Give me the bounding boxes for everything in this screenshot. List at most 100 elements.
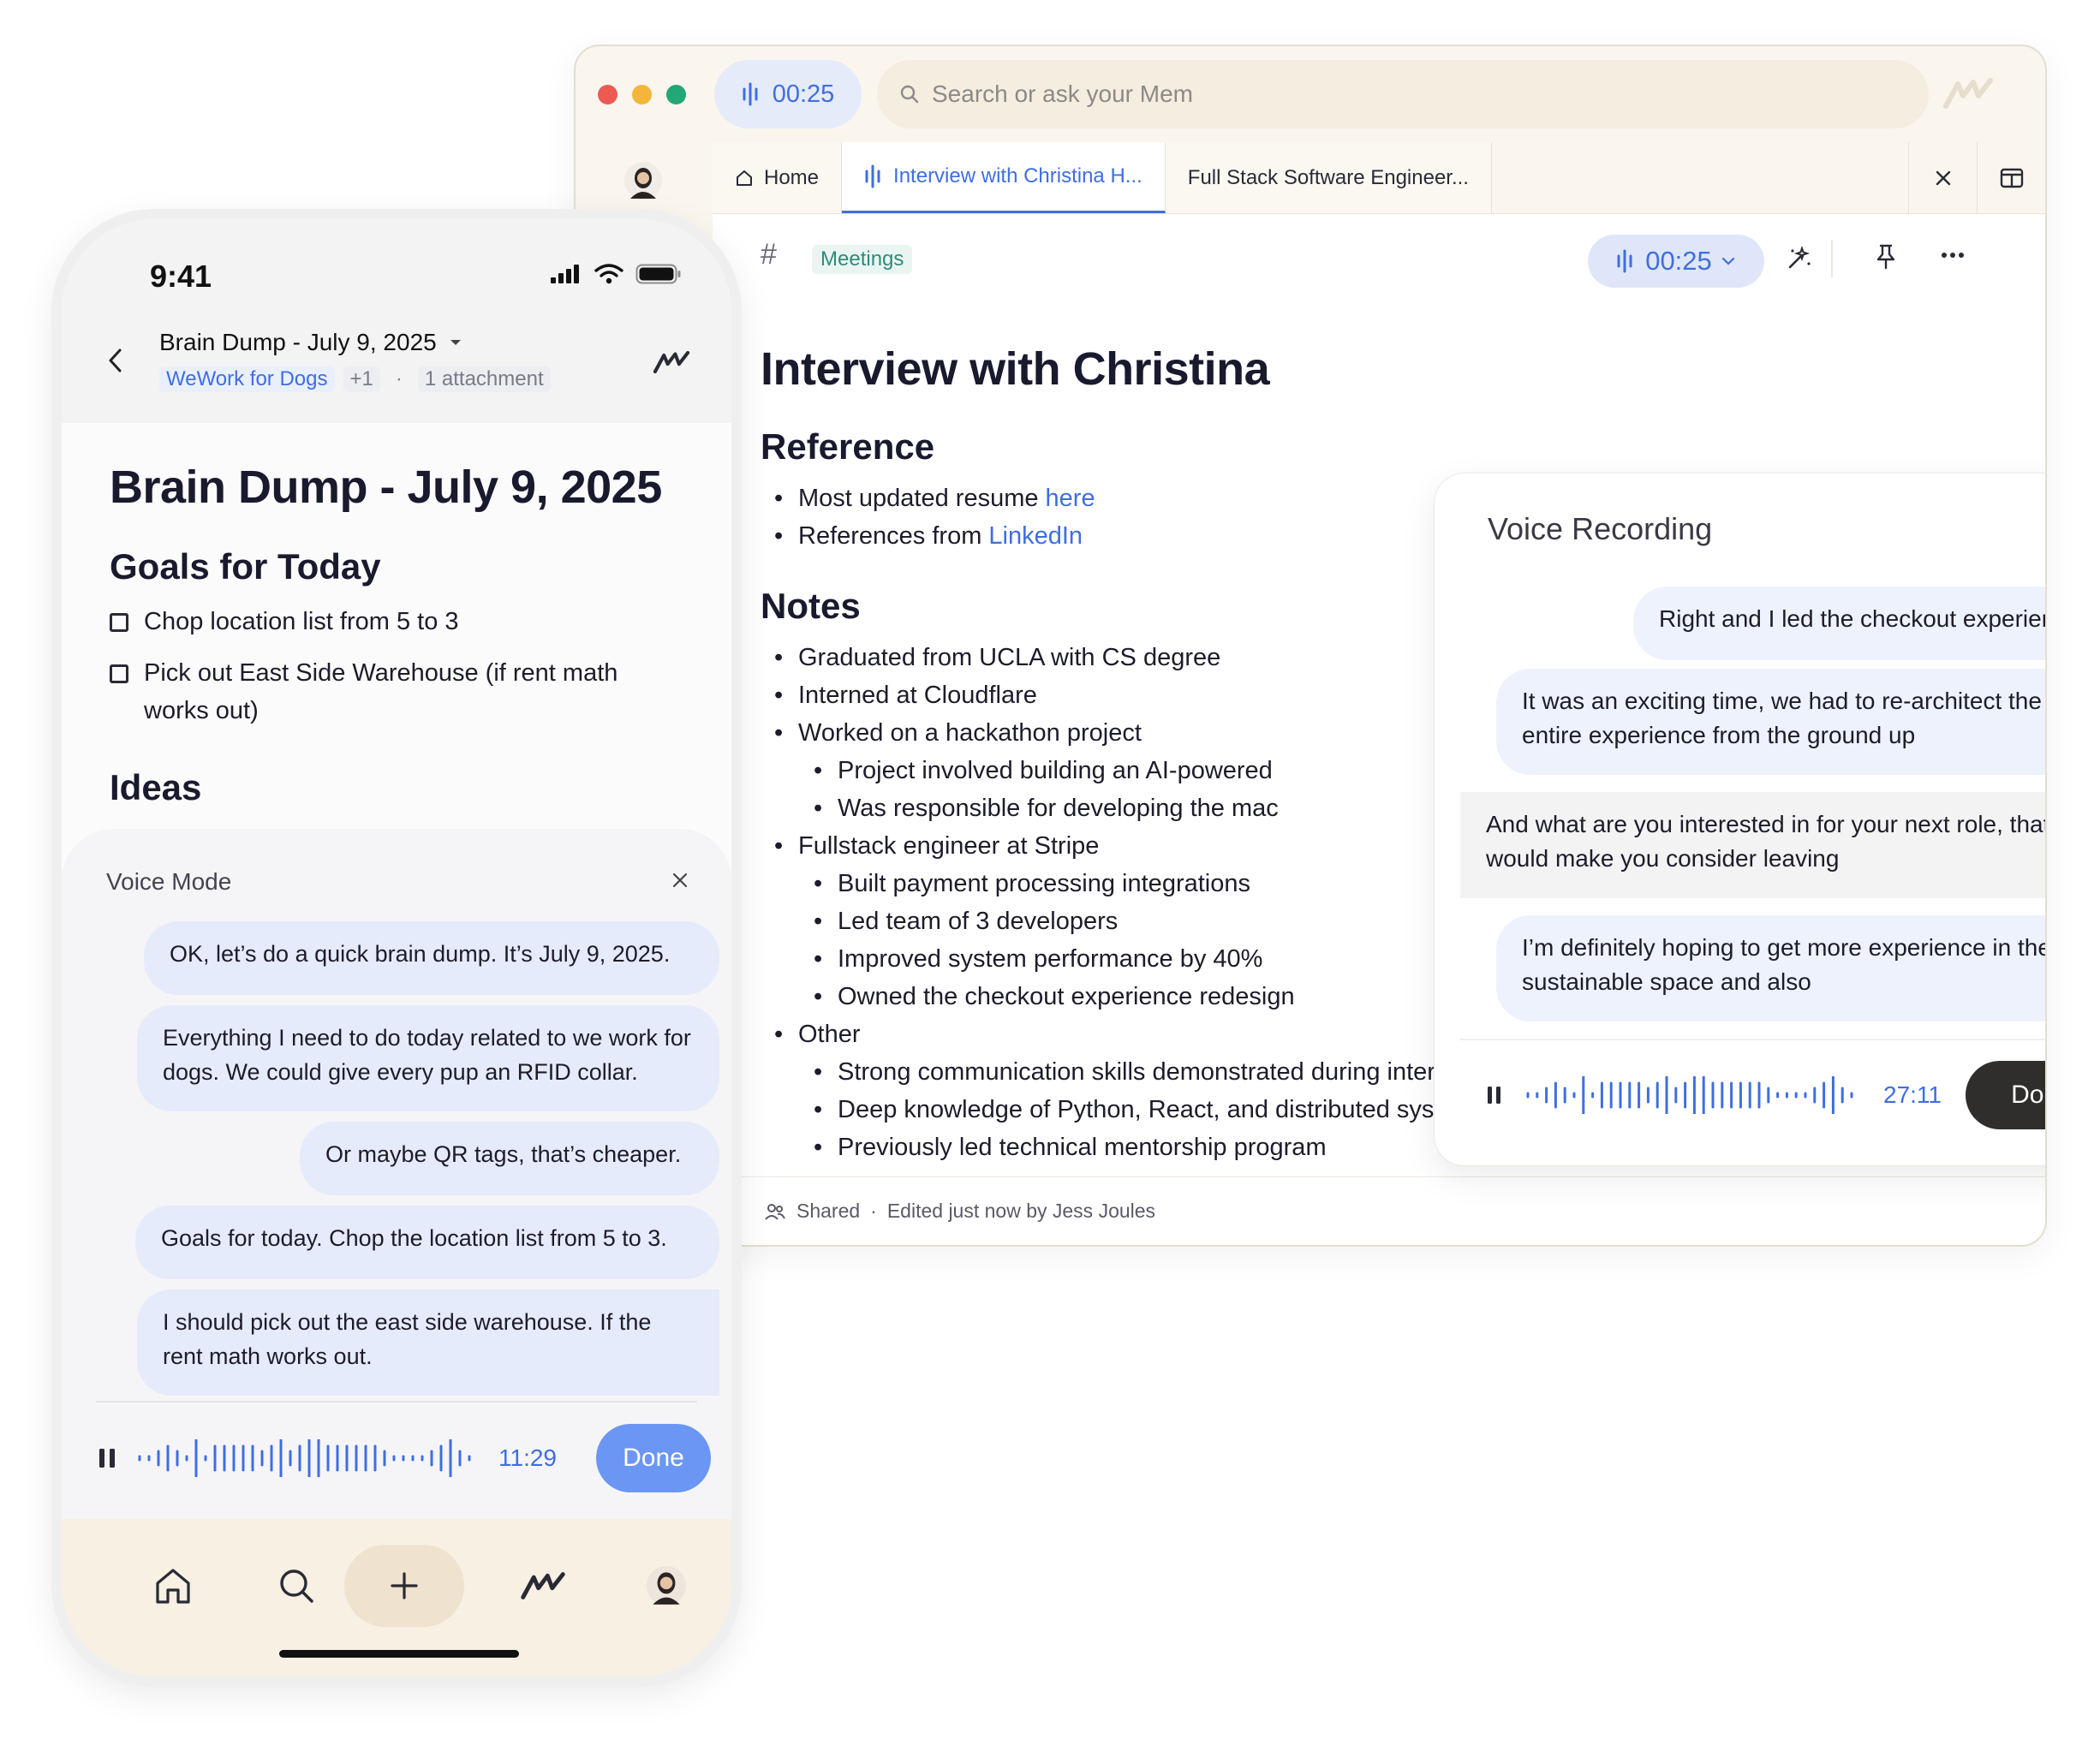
tab-label: Home <box>764 165 820 189</box>
shared-label: Shared <box>796 1200 861 1222</box>
transcript-bubble: I should pick out the east side warehous… <box>137 1289 719 1396</box>
close-icon[interactable] <box>671 872 689 889</box>
document-footer: Shared · Edited just now by Jess Joules <box>713 1176 2045 1245</box>
transcript-bubble: It was an exciting time, we had to re-ar… <box>1496 669 2045 775</box>
bottom-nav <box>62 1519 731 1677</box>
note-title: Brain Dump - July 9, 2025 <box>110 462 662 513</box>
resume-link[interactable]: here <box>1046 485 1095 512</box>
desktop-window: 00:25 Search or ask your Mem Home Interv… <box>574 45 2047 1247</box>
nav-new-note[interactable] <box>344 1545 464 1627</box>
maximize-window-button[interactable] <box>666 85 686 104</box>
back-chevron-icon[interactable] <box>106 348 123 373</box>
waveform-graphic <box>138 1439 471 1477</box>
nav-search[interactable] <box>236 1545 356 1627</box>
document-pane: # Meetings 00:25 Interview with Christin… <box>713 214 2045 1245</box>
reference-heading: Reference <box>761 426 935 467</box>
status-time: 9:41 <box>150 259 212 294</box>
mem-logo-icon[interactable] <box>653 349 690 375</box>
document-toolbar: # Meetings 00:25 <box>713 214 2045 300</box>
close-icon <box>1936 170 1950 185</box>
linkedin-link[interactable]: LinkedIn <box>988 522 1083 550</box>
battery-icon <box>635 264 681 284</box>
voice-mode-panel: Voice Mode OK, let’s do a quick brain du… <box>62 829 731 1543</box>
goals-heading: Goals for Today <box>110 546 381 587</box>
recording-player: 27:11 Done <box>1486 1059 2045 1131</box>
recording-duration: 27:11 <box>1883 1081 1942 1108</box>
more-options-icon[interactable] <box>1941 252 1965 259</box>
doc-recording-time: 00:25 <box>1645 246 1712 276</box>
home-icon <box>737 170 752 186</box>
tab-home[interactable]: Home <box>713 142 843 213</box>
todo-item: Chop location list from 5 to 3 <box>110 603 697 640</box>
sidebar-layout-icon <box>2000 168 2023 188</box>
search-icon <box>900 85 919 104</box>
mem-logo-icon <box>521 1572 565 1599</box>
done-button[interactable]: Done <box>596 1424 711 1492</box>
magic-wand-icon[interactable] <box>1785 243 1814 272</box>
split-view-button[interactable] <box>1977 142 2045 213</box>
document-title: Interview with Christina <box>761 343 1270 395</box>
tab-interview[interactable]: Interview with Christina H... <box>842 142 1166 213</box>
tab-bar: Home Interview with Christina H... Full … <box>713 142 2045 214</box>
voice-recording-title: Voice Recording <box>1488 511 1713 546</box>
recording-time: 00:25 <box>772 80 835 108</box>
nav-profile[interactable] <box>606 1545 726 1627</box>
checkbox[interactable] <box>110 664 128 683</box>
tag-meetings[interactable]: Meetings <box>812 245 913 274</box>
tab-label: Interview with Christina H... <box>893 164 1142 188</box>
shared-users-icon <box>765 1203 785 1220</box>
transcript-bubble: Goals for today. Chop the location list … <box>135 1206 719 1279</box>
done-button[interactable]: Done <box>1966 1061 2045 1129</box>
tag-chip[interactable]: WeWork for Dogs <box>159 366 335 392</box>
transcript-bubble: I’m definitely hoping to get more experi… <box>1496 915 2045 1021</box>
home-icon <box>156 1569 190 1604</box>
phone-header: 9:41 Brain Dump - July 9, 2025 WeWork fo… <box>62 219 731 423</box>
waveform-icon <box>743 82 758 106</box>
user-avatar[interactable] <box>623 161 663 200</box>
plus-icon <box>391 1572 418 1599</box>
note-header-title[interactable]: Brain Dump - July 9, 2025 <box>159 329 462 356</box>
transcript-bubble: OK, let’s do a quick brain dump. It’s Ju… <box>144 921 719 995</box>
recording-indicator-button[interactable]: 00:25 <box>714 60 862 128</box>
tab-full-stack[interactable]: Full Stack Software Engineer... <box>1165 142 1492 213</box>
transcript-bubble: And what are you interested in for your … <box>1460 792 2045 898</box>
waveform-icon <box>1617 249 1632 273</box>
nav-mem[interactable] <box>483 1545 603 1627</box>
recording-duration: 11:29 <box>498 1444 557 1471</box>
attachment-chip[interactable]: 1 attachment <box>417 366 551 392</box>
waveform-icon <box>865 164 880 188</box>
transcript-bubble: Everything I need to do today related to… <box>137 1005 719 1111</box>
signal-icon <box>551 265 579 283</box>
note-meta: WeWork for Dogs +1 · 1 attachment <box>159 366 551 392</box>
checkbox[interactable] <box>110 613 128 632</box>
nav-home[interactable] <box>113 1545 233 1627</box>
search-bar[interactable]: Search or ask your Mem <box>877 60 1929 128</box>
voice-recording-panel: Voice Recording Right and I led the chec… <box>1434 473 2045 1166</box>
minimize-window-button[interactable] <box>632 85 652 104</box>
search-placeholder: Search or ask your Mem <box>932 80 1193 107</box>
ideas-heading: Ideas <box>110 767 202 807</box>
close-window-button[interactable] <box>598 85 617 104</box>
pause-icon[interactable] <box>98 1447 118 1469</box>
voice-mode-title: Voice Mode <box>106 868 232 895</box>
transcript-bubble: Right and I led the checkout experience <box>1633 587 2045 660</box>
home-indicator <box>279 1650 519 1658</box>
waveform-graphic <box>1526 1076 1853 1114</box>
search-icon <box>280 1569 313 1603</box>
close-tab-button[interactable] <box>1908 142 1977 213</box>
pause-icon[interactable] <box>1486 1085 1503 1105</box>
transcript-bubble: Or maybe QR tags, that’s cheaper. <box>300 1122 719 1195</box>
mem-logo-icon <box>1943 78 1993 109</box>
hashtag-icon: # <box>761 238 777 271</box>
mobile-phone: 9:41 Brain Dump - July 9, 2025 WeWork fo… <box>51 209 742 1687</box>
note-body: Brain Dump - July 9, 2025 Goals for Toda… <box>110 461 697 824</box>
dropdown-caret-icon <box>450 340 461 345</box>
more-tags-chip[interactable]: +1 <box>343 366 380 392</box>
pin-icon[interactable] <box>1874 243 1898 271</box>
user-avatar <box>647 1566 686 1605</box>
wifi-icon <box>594 264 623 284</box>
chevron-down-icon <box>1721 257 1734 265</box>
doc-recording-button[interactable]: 00:25 <box>1588 235 1764 288</box>
status-icons <box>550 264 682 284</box>
edited-status: Edited just now by Jess Joules <box>886 1200 1156 1222</box>
